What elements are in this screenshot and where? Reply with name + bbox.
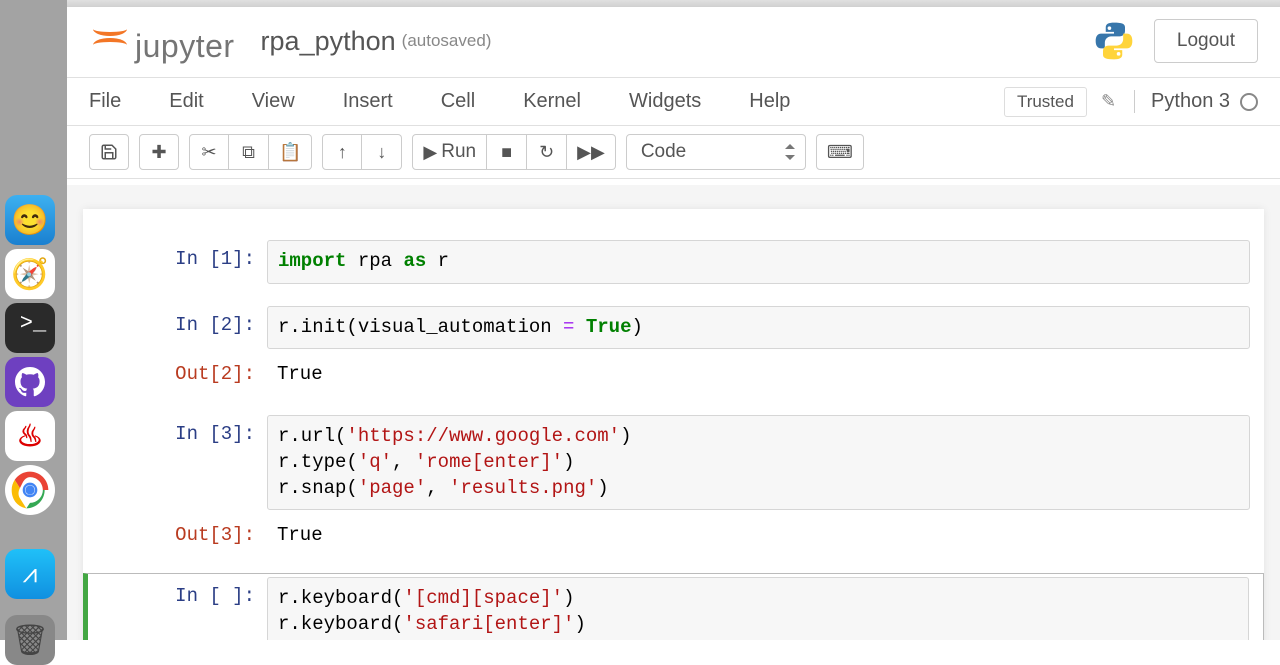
jupyter-brand-text: jupyter [135,28,235,65]
dock-terminal-icon[interactable]: >_ [5,303,55,353]
output-row: Out[2]:True [83,352,1264,396]
menu-edit[interactable]: Edit [169,90,203,113]
fast-forward-icon: ▶▶ [577,142,605,163]
notebook-header: jupyter rpa_python (autosaved) Logout [67,7,1280,78]
dock-finder-icon[interactable]: 😊 [5,195,55,245]
notebook-name[interactable]: rpa_python [261,26,396,57]
move-up-button[interactable]: ↑ [322,134,362,170]
menu-kernel[interactable]: Kernel [523,90,581,113]
notebook-body: In [1]:import rpa as rIn [2]:r.init(visu… [67,185,1280,640]
macos-menubar [67,0,1280,7]
copy-button[interactable]: ⧉ [229,134,269,170]
code-cell[interactable]: In [2]:r.init(visual_automation = True) [83,303,1264,353]
trusted-badge[interactable]: Trusted [1004,87,1087,117]
run-label: Run [441,141,476,163]
macos-dock: 😊 🧭 >_ ♨ ⩘ 🗑 [5,195,60,665]
kernel-indicator[interactable]: Python 3 [1134,90,1258,113]
scissors-icon: ✂ [201,142,216,163]
in-prompt: In [ ]: [97,577,267,640]
output-text: True [267,516,1250,554]
plus-icon: ✚ [151,142,166,163]
cut-button[interactable]: ✂ [189,134,229,170]
restart-button[interactable]: ↻ [527,134,567,170]
cell-type-select[interactable]: Code [626,134,806,170]
out-prompt: Out[2]: [97,355,267,393]
in-prompt: In [1]: [97,240,267,284]
code-input[interactable]: r.init(visual_automation = True) [267,306,1250,350]
menu-cell[interactable]: Cell [441,90,475,113]
save-button[interactable] [89,134,129,170]
copy-icon: ⧉ [242,142,255,163]
menu-insert[interactable]: Insert [343,90,393,113]
in-prompt: In [3]: [97,415,267,510]
code-cell[interactable]: In [3]:r.url('https://www.google.com') r… [83,412,1264,513]
dock-appstore-icon[interactable]: ⩘ [5,549,55,599]
arrow-up-icon: ↑ [338,142,347,163]
menu-help[interactable]: Help [749,90,790,113]
dock-java-icon[interactable]: ♨ [5,411,55,461]
menu-file[interactable]: File [89,90,121,113]
interrupt-button[interactable]: ■ [487,134,527,170]
autosave-label: (autosaved) [402,31,492,51]
menu-widgets[interactable]: Widgets [629,90,701,113]
jupyter-notebook-window: jupyter rpa_python (autosaved) Logout Fi… [67,7,1280,640]
keyboard-icon: ⌨ [827,142,853,163]
add-cell-button[interactable]: ✚ [139,134,179,170]
jupyter-logo[interactable]: jupyter [89,17,235,65]
toolbar: ✚ ✂ ⧉ 📋 ↑ ↓ ▶Run ■ ↻ ▶▶ Code ⌨ [67,126,1280,179]
run-icon: ▶ [423,142,437,163]
output-text: True [267,355,1250,393]
command-palette-button[interactable]: ⌨ [816,134,864,170]
logout-button[interactable]: Logout [1154,19,1258,63]
output-row: Out[3]:True [83,513,1264,557]
dock-chrome-icon[interactable] [5,465,55,515]
dock-safari-icon[interactable]: 🧭 [5,249,55,299]
code-input[interactable]: import rpa as r [267,240,1250,284]
dock-trash-icon[interactable]: 🗑 [5,615,55,665]
notebook-container: In [1]:import rpa as rIn [2]:r.init(visu… [83,209,1264,640]
arrow-down-icon: ↓ [377,142,386,163]
menubar: File Edit View Insert Cell Kernel Widget… [67,78,1280,126]
kernel-status-circle-icon [1240,93,1258,111]
dock-github-icon[interactable] [5,357,55,407]
cell-type-value: Code [641,141,686,163]
kernel-name-label: Python 3 [1151,90,1230,113]
run-button[interactable]: ▶Run [412,134,487,170]
python-icon [1092,19,1136,63]
jupyter-logo-icon [89,17,129,57]
stop-icon: ■ [501,142,512,163]
code-input[interactable]: r.keyboard('[cmd][space]') r.keyboard('s… [267,577,1249,640]
code-cell[interactable]: In [ ]:r.keyboard('[cmd][space]') r.keyb… [83,573,1264,640]
restart-icon: ↻ [539,142,554,163]
in-prompt: In [2]: [97,306,267,350]
pencil-icon[interactable]: ✎ [1101,91,1116,112]
menu-view[interactable]: View [252,90,295,113]
out-prompt: Out[3]: [97,516,267,554]
code-input[interactable]: r.url('https://www.google.com') r.type('… [267,415,1250,510]
restart-run-all-button[interactable]: ▶▶ [567,134,616,170]
paste-button[interactable]: 📋 [269,134,312,170]
code-cell[interactable]: In [1]:import rpa as r [83,237,1264,287]
paste-icon: 📋 [279,142,301,163]
move-down-button[interactable]: ↓ [362,134,402,170]
